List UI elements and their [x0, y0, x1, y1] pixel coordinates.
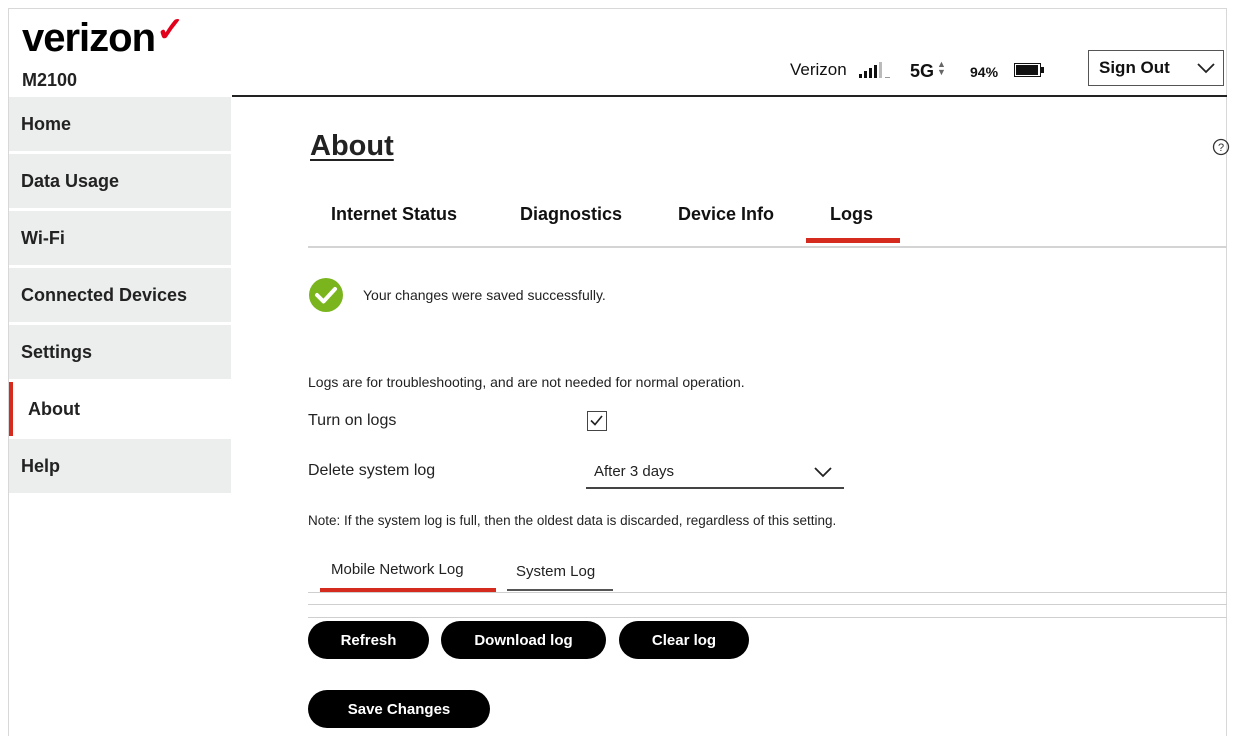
svg-text:?: ?: [1218, 142, 1224, 154]
sidebar-item-label: Help: [21, 455, 61, 476]
sign-out-label: Sign Out: [1099, 58, 1170, 77]
subtab-mobile-network-log[interactable]: Mobile Network Log: [331, 561, 464, 578]
battery-icon: [1014, 63, 1044, 77]
turn-on-logs-checkbox[interactable]: [587, 411, 607, 431]
turn-on-logs-label: Turn on logs: [308, 412, 397, 429]
refresh-button[interactable]: Refresh: [308, 621, 429, 659]
sidebar-item-help[interactable]: Help: [9, 439, 231, 493]
logs-info-text: Logs are for troubleshooting, and are no…: [308, 374, 745, 390]
verizon-logo: verizon✓: [22, 11, 185, 61]
sidebar-item-label: About: [28, 398, 80, 419]
help-icon[interactable]: ?: [1212, 138, 1230, 156]
signal-bars-icon: [859, 62, 890, 78]
network-type: 5G: [910, 61, 935, 81]
check-circle-icon: [309, 278, 343, 312]
active-tab-indicator: [806, 238, 900, 243]
tab-internet-status[interactable]: Internet Status: [331, 204, 457, 225]
delete-system-log-label: Delete system log: [308, 462, 436, 479]
data-arrows-icon: ▲ ▼: [937, 59, 946, 77]
sidebar-item-home[interactable]: Home: [9, 97, 231, 151]
log-divider: [308, 592, 1227, 593]
tab-diagnostics[interactable]: Diagnostics: [520, 204, 622, 225]
sidebar-item-about[interactable]: About: [9, 382, 231, 436]
tab-logs[interactable]: Logs: [830, 204, 873, 225]
log-area-line: [308, 617, 1227, 618]
sidebar-item-label: Connected Devices: [21, 284, 188, 305]
download-log-button[interactable]: Download log: [441, 621, 606, 659]
sidebar-item-label: Settings: [21, 341, 93, 362]
header-divider: [232, 95, 1227, 97]
sidebar-nav: Home Data Usage Wi-Fi Connected Devices …: [9, 97, 231, 496]
sidebar-item-settings[interactable]: Settings: [9, 325, 231, 379]
sidebar-item-label: Home: [21, 113, 72, 134]
sidebar-item-connected-devices[interactable]: Connected Devices: [9, 268, 231, 322]
success-message: Your changes were saved successfully.: [363, 287, 606, 303]
battery-percent: 94%: [970, 64, 999, 80]
log-area-line: [308, 604, 1227, 605]
sign-out-dropdown[interactable]: Sign Out: [1088, 50, 1224, 86]
chevron-down-icon: [814, 466, 832, 477]
sidebar-item-wifi[interactable]: Wi-Fi: [9, 211, 231, 265]
save-changes-button[interactable]: Save Changes: [308, 690, 490, 728]
page-title: About: [310, 130, 394, 162]
carrier-name: Verizon: [790, 60, 847, 79]
device-model: M2100: [22, 70, 78, 90]
system-log-note: Note: If the system log is full, then th…: [308, 513, 837, 528]
tab-device-info[interactable]: Device Info: [678, 204, 774, 225]
sidebar-item-label: Wi-Fi: [21, 227, 65, 248]
delete-system-log-value: After 3 days: [594, 463, 675, 480]
clear-log-button[interactable]: Clear log: [619, 621, 749, 659]
tab-bar: Internet Status Diagnostics Device Info …: [308, 196, 1227, 248]
delete-system-log-select[interactable]: After 3 days: [586, 456, 844, 489]
brand-text: verizon: [22, 16, 156, 60]
checkmark-icon: [590, 415, 603, 426]
subtab-system-log[interactable]: System Log: [516, 563, 595, 580]
chevron-down-icon: [1197, 63, 1215, 74]
brand-check-mark: ✓: [156, 11, 184, 49]
sidebar-item-label: Data Usage: [21, 170, 120, 191]
subtab-underline: [507, 589, 613, 591]
sidebar-item-data-usage[interactable]: Data Usage: [9, 154, 231, 208]
